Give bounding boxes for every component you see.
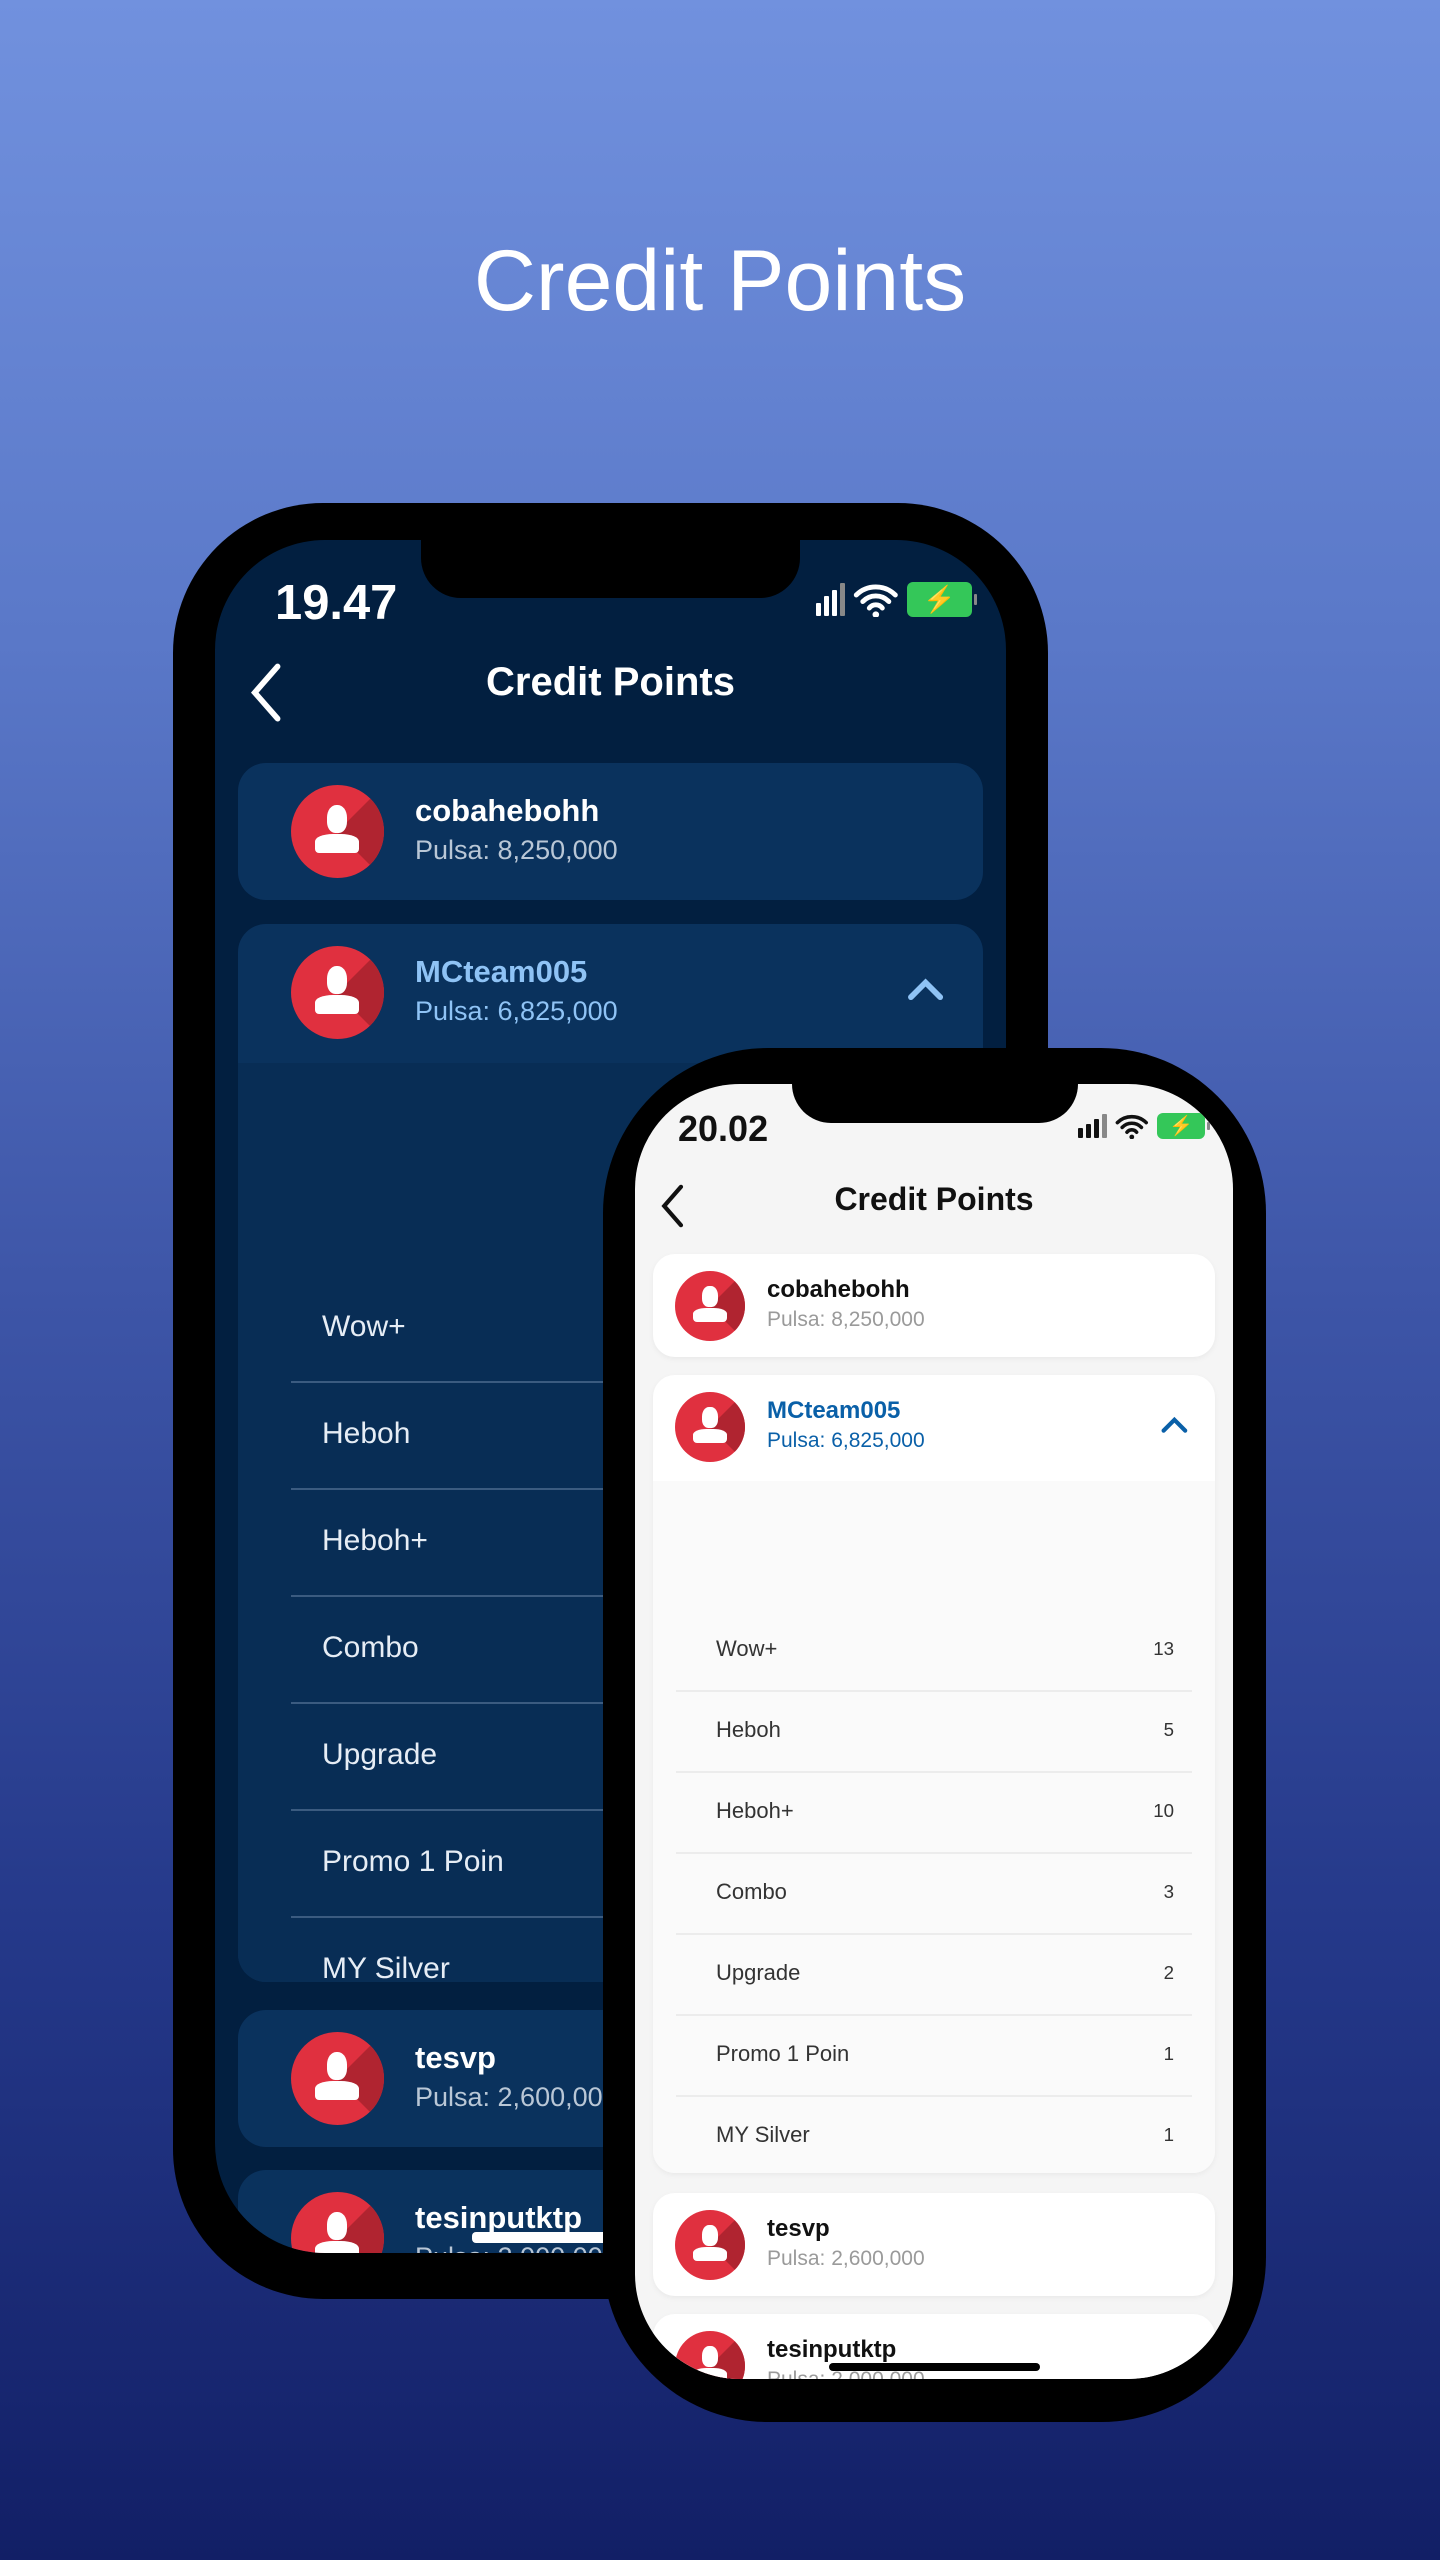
account-name: tesvp — [767, 2214, 830, 2242]
account-pulsa: Pulsa: 8,250,000 — [767, 1308, 925, 1332]
credit-item-label: Wow+ — [322, 1310, 406, 1343]
status-time: 19.47 — [275, 576, 398, 630]
credit-item-value: 1 — [1163, 2043, 1174, 2064]
credit-item-label: Heboh+ — [716, 1798, 794, 1823]
account-name: cobahebohh — [415, 792, 600, 828]
credit-item-label: Combo — [322, 1631, 419, 1664]
credit-item-label: Promo 1 Poin — [716, 2041, 850, 2066]
credit-item-value: 3 — [1163, 1881, 1174, 1902]
page-title: Credit Points — [834, 1181, 1034, 1217]
account-name: tesinputktp — [767, 2335, 897, 2363]
notch — [421, 540, 800, 598]
wifi-icon — [1116, 1114, 1149, 1140]
credit-item-label: MY Silver — [322, 1952, 450, 1982]
signal-icon — [816, 583, 846, 616]
avatar-icon — [675, 1391, 745, 1462]
status-time: 20.02 — [678, 1108, 769, 1149]
account-card[interactable]: cobahebohh Pulsa: 8,250,000 — [238, 763, 983, 900]
signal-icon — [1078, 1113, 1108, 1138]
credit-item-label: Heboh — [716, 1717, 781, 1742]
avatar-icon — [290, 946, 384, 1039]
credit-item-value: 10 — [1153, 1800, 1174, 1821]
account-pulsa: Pulsa: 6,825,000 — [415, 996, 618, 1027]
status-icons: ⚡ — [1078, 1113, 1210, 1140]
credit-item: Heboh+ 10 — [716, 1771, 1174, 1852]
credit-item-label: Wow+ — [716, 1636, 778, 1661]
account-name: tesinputktp — [415, 2199, 583, 2235]
avatar-icon — [290, 785, 384, 878]
credit-item-label: Upgrade — [322, 1738, 438, 1771]
page-title: Credit Points — [486, 660, 735, 704]
credit-item: Wow+ 13 — [716, 1609, 1174, 1690]
account-name: tesvp — [415, 2039, 496, 2075]
battery-charging-icon: ⚡ — [1157, 1113, 1210, 1139]
avatar-icon — [290, 2192, 384, 2253]
credit-item-label: Upgrade — [716, 1960, 801, 1985]
credit-item-label: Heboh — [322, 1417, 411, 1450]
avatar-icon — [290, 2032, 384, 2125]
credit-item-value: 13 — [1153, 1638, 1174, 1659]
credit-item-value: 2 — [1163, 1962, 1174, 1983]
credit-item-value: 1 — [1163, 2124, 1174, 2145]
credit-item-value: 5 — [1163, 1719, 1174, 1740]
battery-charging-icon: ⚡ — [906, 582, 978, 617]
chevron-up-icon[interactable] — [906, 976, 945, 1002]
account-card[interactable]: cobahebohh Pulsa: 8,250,000 — [653, 1254, 1215, 1357]
credit-item-label: Combo — [716, 1879, 787, 1904]
account-name: MCteam005 — [415, 953, 588, 989]
credit-item: Combo 3 — [716, 1852, 1174, 1933]
credit-item: Promo 1 Poin 1 — [716, 2014, 1174, 2095]
credit-item: MY Silver 1 — [716, 2095, 1174, 2174]
notch — [792, 1084, 1078, 1123]
credit-item: Heboh 5 — [716, 1690, 1174, 1771]
hero-title: Credit Points — [473, 233, 967, 329]
account-pulsa: Pulsa: 8,250,000 — [415, 835, 618, 866]
avatar-icon — [675, 2330, 745, 2379]
account-pulsa: Pulsa: 2,600,000 — [767, 2247, 925, 2271]
home-indicator[interactable] — [829, 2363, 1040, 2372]
account-name: cobahebohh — [767, 1275, 910, 1303]
wifi-icon — [854, 584, 898, 618]
account-pulsa: Pulsa: 2,600,000 — [415, 2082, 618, 2113]
expanded-panel: Wow+ 13 Heboh 5 Heboh+ 10 Combo 3 Upgrad… — [653, 1481, 1215, 2173]
light_phone-frame: 20.02 ⚡ Credit Points cobahebohh Pulsa: 8,… — [603, 1048, 1266, 2422]
account-card[interactable]: tesvp Pulsa: 2,600,000 — [653, 2193, 1215, 2296]
avatar-icon — [675, 1270, 745, 1341]
account-card[interactable]: MCteam005 Pulsa: 6,825,000 Wow+ 13 Heboh … — [653, 1375, 1215, 2173]
credit-item-label: Promo 1 Poin — [322, 1845, 504, 1878]
account-pulsa: Pulsa: 6,825,000 — [767, 1429, 925, 1453]
account-pulsa: Pulsa: 2,000,000 — [415, 2242, 618, 2253]
status-icons: ⚡ — [816, 582, 978, 618]
credit-item-label: MY Silver — [716, 2122, 810, 2147]
avatar-icon — [675, 2209, 745, 2280]
light_phone-screen: 20.02 ⚡ Credit Points cobahebohh Pulsa: 8,… — [635, 1084, 1233, 2379]
account-name: MCteam005 — [767, 1396, 901, 1424]
chevron-up-icon[interactable] — [1160, 1415, 1189, 1434]
credit-item: Upgrade 2 — [716, 1933, 1174, 2014]
credit-item-label: Heboh+ — [322, 1524, 428, 1557]
